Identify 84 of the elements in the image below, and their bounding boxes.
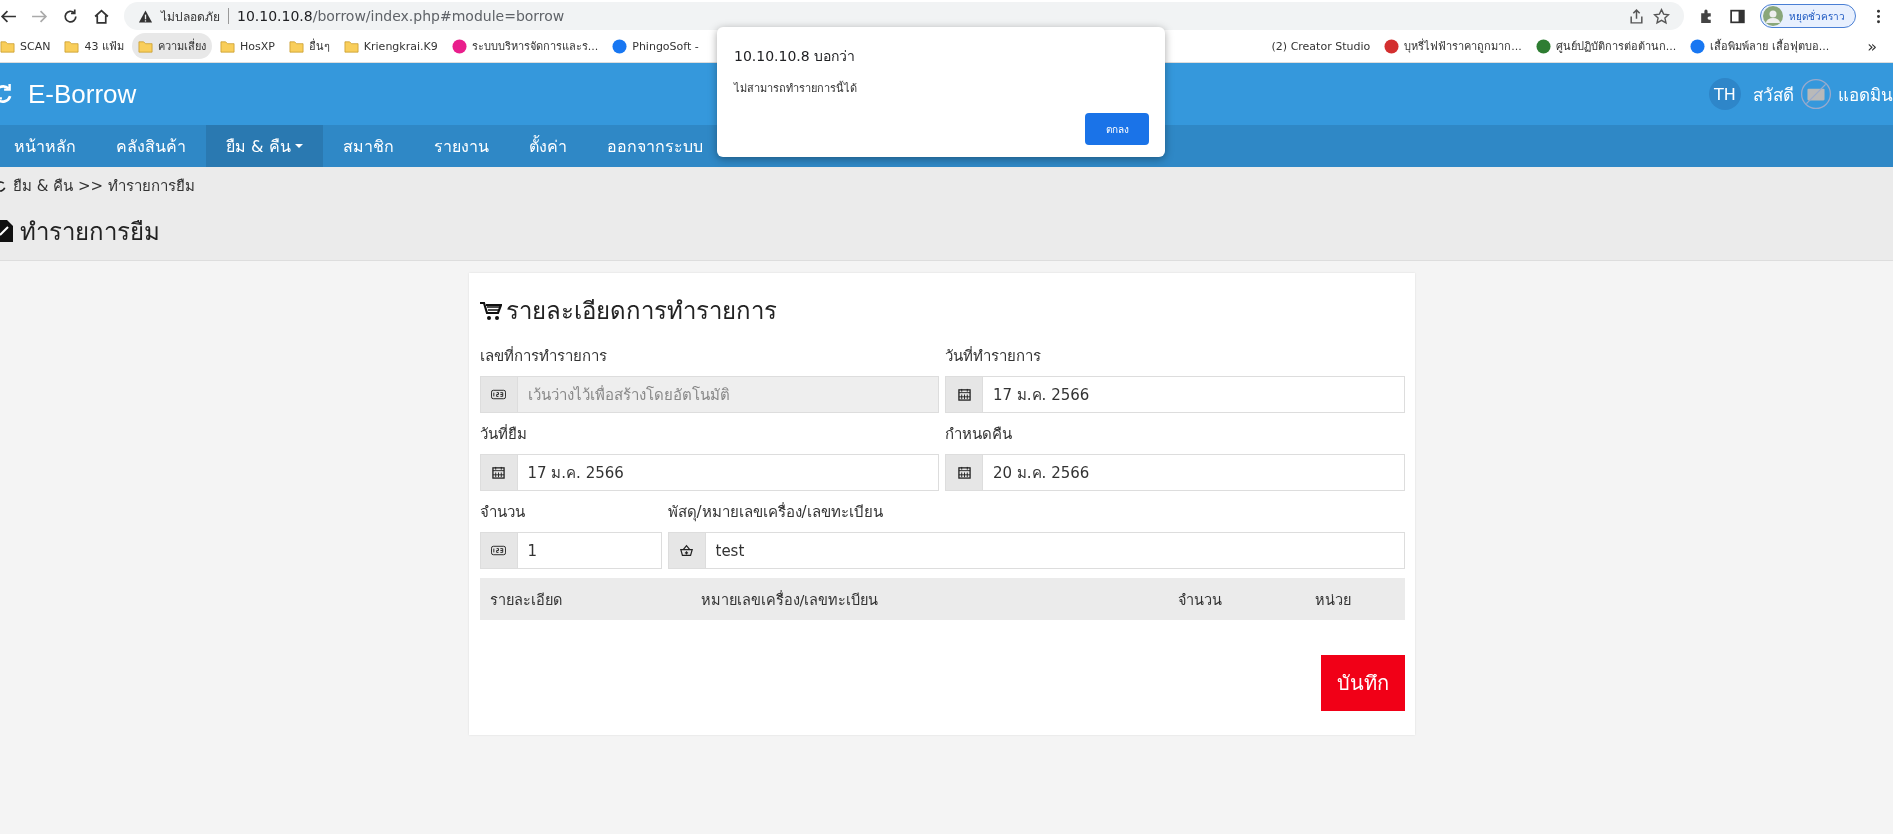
text-input[interactable]: 1 (517, 533, 661, 568)
security-label: ไม่ปลอดภัย (161, 8, 220, 26)
nav-tab[interactable]: ตั้งค่า (508, 125, 587, 167)
folder-icon (137, 38, 153, 54)
url-text: 10.10.10.8/borrow/index.php#module=borrow (237, 8, 565, 24)
cart-icon (479, 300, 502, 321)
avatar-icon (1763, 6, 1783, 26)
folder-icon (64, 38, 80, 54)
site-icon (1535, 38, 1551, 54)
bookmark[interactable]: HosXP (213, 34, 281, 58)
field-label: กำหนดคืน (945, 424, 1013, 445)
calendar-icon (956, 466, 972, 479)
warning-icon (138, 8, 153, 24)
bookmark[interactable]: ความเสี่ยง (131, 33, 212, 59)
bookmark-label: 43 แฟ้ม (84, 39, 124, 55)
more-bookmarks-button[interactable]: » (1867, 36, 1877, 56)
address-bar[interactable]: ไม่ปลอดภัย 10.10.10.8/borrow/index.php#module=borrow (124, 2, 1684, 30)
bookmark[interactable]: เสื้อพิมพ์ลาย เสื้อฟุตบอ... (1684, 33, 1836, 59)
share-icon[interactable] (1628, 7, 1645, 25)
bookmark-label: ระบบบริหารจัดการและร... (471, 39, 599, 55)
bookmark-label: Kriengkrai.K9 (363, 39, 438, 53)
breadcrumb: ยืม & คืน >> ทำรายการยืม (13, 176, 195, 197)
caret-icon (294, 144, 303, 148)
bookmark-label: บุหรี่ไฟฟ้าราคาถูกมาก... (1404, 37, 1522, 55)
field-label: เลขที่การทำรายการ (479, 345, 608, 367)
bookmark-label: เสื้อพิมพ์ลาย เสื้อฟุตบอ... (1710, 38, 1830, 55)
profile-button[interactable]: หยุดชั่วคราว (1760, 4, 1856, 28)
home-icon[interactable] (93, 7, 110, 25)
nav-tab[interactable]: ยืม & คืน (206, 125, 323, 167)
bookmark[interactable]: ระบบบริหารจัดการและร... (445, 33, 605, 59)
bookmark[interactable]: PhingoSoft - (606, 34, 705, 58)
site-icon (451, 38, 467, 54)
folder-icon (288, 38, 304, 54)
column-header: หน่วย (1314, 590, 1351, 610)
column-header: จำนวน (1177, 590, 1223, 610)
bookmark[interactable]: SCAN (0, 34, 57, 58)
document-icon (0, 220, 14, 242)
column-header: หมายเลขเครื่อง/เลขทะเบียน (700, 589, 880, 610)
numbers-icon (491, 544, 506, 557)
bookmark-label: (2) Creator Studio (1271, 39, 1371, 53)
numbers-icon (491, 388, 506, 401)
card-title: รายละเอียดการทำรายการ (505, 296, 777, 327)
bookmark[interactable]: อื่นๆ (282, 33, 336, 59)
bookmark-label: ความเสี่ยง (157, 37, 206, 55)
reload-icon[interactable] (62, 7, 79, 25)
site-icon (1384, 38, 1400, 54)
calendar-icon (956, 388, 972, 401)
folder-icon (0, 38, 15, 54)
broken-image-icon (1800, 78, 1832, 110)
folder-icon (219, 38, 235, 54)
bookmark[interactable]: Kriengkrai.K9 (337, 34, 444, 58)
column-header: รายละเอียด (489, 590, 563, 610)
bookmark-label: SCAN (20, 39, 51, 53)
calendar-icon (491, 466, 506, 479)
bookmark-label: ศูนย์ปฏิบัติการต่อต้านก... (1555, 39, 1677, 55)
bookmark[interactable]: 43 แฟ้ม (58, 33, 130, 59)
field-label: จำนวน (479, 502, 526, 523)
field-label: วันที่ทำรายการ (945, 345, 1042, 367)
dialog-message: ไม่สามารถทำรายการนี้ได้ (734, 80, 858, 97)
field-label: พัสดุ/หมายเลขเครื่อง/เลขทะเบียน (667, 501, 884, 524)
folder-icon (343, 38, 359, 54)
bookmark-label: อื่นๆ (308, 37, 330, 55)
greeting-text: สวัสดี (1753, 83, 1794, 107)
page-title: ทำรายการยืม (20, 216, 160, 248)
nav-tab[interactable]: หน้าหลัก (0, 125, 96, 167)
nav-tab[interactable]: คลังสินค้า (96, 125, 206, 167)
save-button[interactable]: บันทึก (1320, 655, 1405, 711)
bookmark-label: HosXP (239, 39, 275, 53)
side-panel-icon[interactable] (1729, 7, 1746, 25)
dialog-title: 10.10.10.8 บอกว่า (734, 47, 857, 66)
nav-tab[interactable]: รายงาน (413, 125, 509, 167)
language-button[interactable]: TH (1709, 78, 1741, 110)
bookmark-label: PhingoSoft - (632, 39, 699, 53)
field-label: วันที่ยืม (479, 423, 528, 445)
bookmark[interactable]: (2) Creator Studio (1265, 35, 1377, 57)
ok-button[interactable]: ตกลง (1085, 113, 1149, 145)
site-icon (612, 38, 628, 54)
nav-tab[interactable]: สมาชิก (322, 125, 414, 167)
star-icon[interactable] (1653, 7, 1670, 25)
site-icon (1690, 38, 1706, 54)
basket-icon (679, 544, 694, 557)
input-group[interactable]: 1 (479, 532, 662, 569)
bookmark[interactable]: บุหรี่ไฟฟ้าราคาถูกมาก... (1378, 33, 1528, 59)
bookmark[interactable]: ศูนย์ปฏิบัติการต่อต้านก... (1529, 33, 1683, 59)
